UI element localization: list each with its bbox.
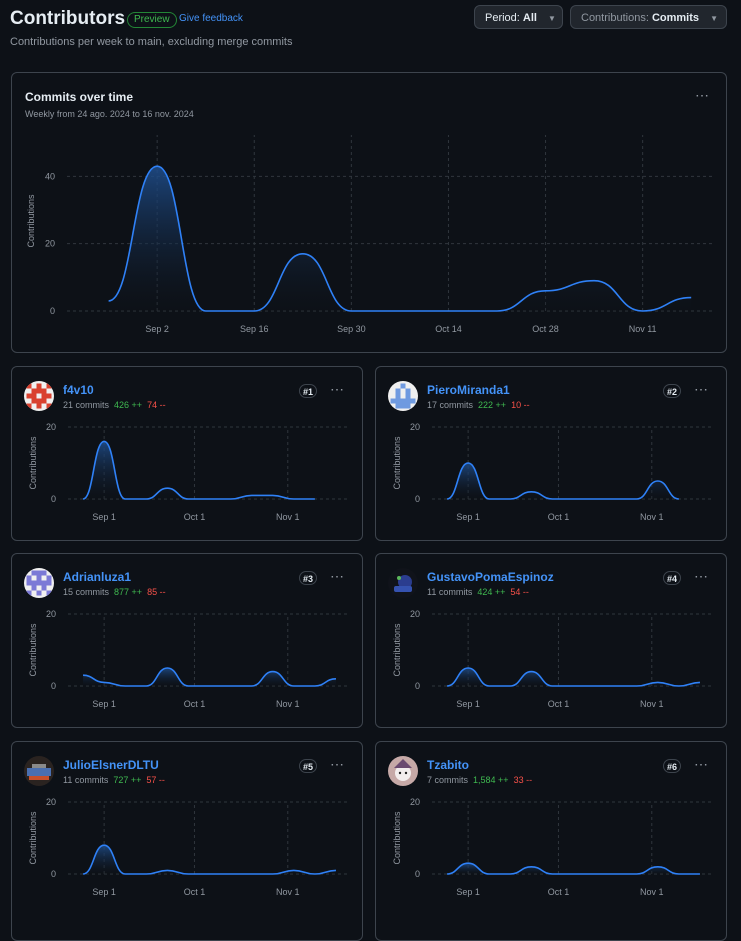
y-tick-label: 20 <box>410 609 420 619</box>
contributor-card: Adrianluza1 15 commits 877 ++ 85 -- #3 ⋯… <box>11 553 363 728</box>
x-tick-label: Oct 1 <box>548 887 570 897</box>
contributor-card: Tzabito 7 commits 1,584 ++ 33 -- #6 ⋯ 02… <box>375 741 727 941</box>
y-tick-label: 20 <box>410 422 420 432</box>
y-tick-label: 0 <box>415 494 420 504</box>
y-tick-label: 0 <box>51 681 56 691</box>
x-tick-label: Nov 1 <box>640 699 664 709</box>
x-tick-label: Sep 1 <box>456 887 480 897</box>
main-chart-plot: 0 20 40 Sep 2 Sep 16 Sep 30 Oct 14 Oct 28 Nov 11… <box>12 73 726 352</box>
x-tick-label: Oct 1 <box>548 699 570 709</box>
y-axis-label: Contributions <box>392 623 402 677</box>
preview-badge: Preview <box>127 12 177 28</box>
x-tick-label: Sep 30 <box>337 324 366 334</box>
x-tick-label: Oct 1 <box>548 512 570 522</box>
x-tick-label: Sep 1 <box>92 699 116 709</box>
contributions-label: Contributions: <box>581 12 649 24</box>
contributions-dropdown[interactable]: Contributions: Commits ▼ <box>570 5 727 29</box>
series-line <box>83 845 336 874</box>
chevron-down-icon: ▼ <box>710 7 718 31</box>
x-tick-label: Oct 1 <box>184 699 206 709</box>
y-tick-label: 20 <box>45 239 55 249</box>
period-dropdown[interactable]: Period: All ▼ <box>474 5 563 29</box>
x-tick-label: Nov 1 <box>276 699 300 709</box>
series-line <box>447 668 700 686</box>
y-tick-label: 20 <box>46 797 56 807</box>
x-tick-label: Nov 1 <box>276 887 300 897</box>
y-axis-label: Contributions <box>28 436 38 490</box>
page-title: Contributors <box>10 8 125 30</box>
series-area <box>83 441 315 499</box>
period-label: Period: <box>485 12 520 24</box>
contributions-value: Commits <box>652 12 699 24</box>
x-tick-label: Nov 1 <box>640 887 664 897</box>
y-tick-label: 20 <box>410 797 420 807</box>
y-tick-label: 0 <box>415 681 420 691</box>
contributor-chart: 0 20 Sep 1 Oct 1 Nov 1 Contributions <box>376 367 726 540</box>
x-tick-label: Nov 1 <box>640 512 664 522</box>
y-axis-label: Contributions <box>392 436 402 490</box>
x-tick-label: Nov 1 <box>276 512 300 522</box>
x-tick-label: Oct 1 <box>184 512 206 522</box>
give-feedback-link[interactable]: Give feedback <box>179 13 243 24</box>
y-axis-label: Contributions <box>28 623 38 677</box>
contributor-chart: 0 20 Sep 1 Oct 1 Nov 1 Contributions <box>12 554 362 727</box>
y-tick-label: 0 <box>50 306 55 316</box>
y-tick-label: 0 <box>51 494 56 504</box>
page-subtitle: Contributions per week to main, excludin… <box>10 36 292 48</box>
contributor-chart: 0 20 Sep 1 Oct 1 Nov 1 Contributions <box>376 554 726 727</box>
chevron-down-icon: ▼ <box>548 7 556 31</box>
contributor-card: f4v10 21 commits 426 ++ 74 -- #1 ⋯ 020Se… <box>11 366 363 541</box>
x-tick-label: Sep 2 <box>145 324 169 334</box>
y-axis-label: Contributions <box>392 811 402 865</box>
x-tick-label: Oct 28 <box>532 324 559 334</box>
contributor-card: JulioElsnerDLTU 11 commits 727 ++ 57 -- … <box>11 741 363 941</box>
x-tick-label: Sep 1 <box>92 887 116 897</box>
series-area <box>83 845 336 874</box>
contributor-card: GustavoPomaEspinoz 11 commits 424 ++ 54 … <box>375 553 727 728</box>
x-tick-label: Sep 1 <box>92 512 116 522</box>
contributor-chart: 0 20 Sep 1 Oct 1 Nov 1 Contributions <box>12 367 362 540</box>
y-tick-label: 20 <box>46 422 56 432</box>
y-tick-label: 20 <box>46 609 56 619</box>
contributor-card: PieroMiranda1 17 commits 222 ++ 10 -- #2… <box>375 366 727 541</box>
contributor-chart: 0 20 Sep 1 Oct 1 Nov 1 Contributions <box>12 742 362 940</box>
x-tick-label: Sep 1 <box>456 512 480 522</box>
period-value: All <box>523 12 537 24</box>
x-tick-label: Nov 11 <box>629 324 657 334</box>
contributor-chart: 0 20 Sep 1 Oct 1 Nov 1 Contributions <box>376 742 726 940</box>
x-tick-label: Oct 1 <box>184 887 206 897</box>
y-tick-label: 40 <box>45 171 55 181</box>
y-tick-label: 0 <box>51 869 56 879</box>
x-tick-label: Oct 14 <box>435 324 462 334</box>
y-axis-label: Contributions <box>26 194 36 248</box>
x-tick-label: Sep 16 <box>240 324 269 334</box>
series-area <box>109 166 692 311</box>
series-line <box>83 668 336 686</box>
x-tick-label: Sep 1 <box>456 699 480 709</box>
y-axis-label: Contributions <box>28 811 38 865</box>
y-tick-label: 0 <box>415 869 420 879</box>
series-area <box>83 668 336 686</box>
commits-over-time-card: Commits over time Weekly from 24 ago. 20… <box>11 72 727 353</box>
